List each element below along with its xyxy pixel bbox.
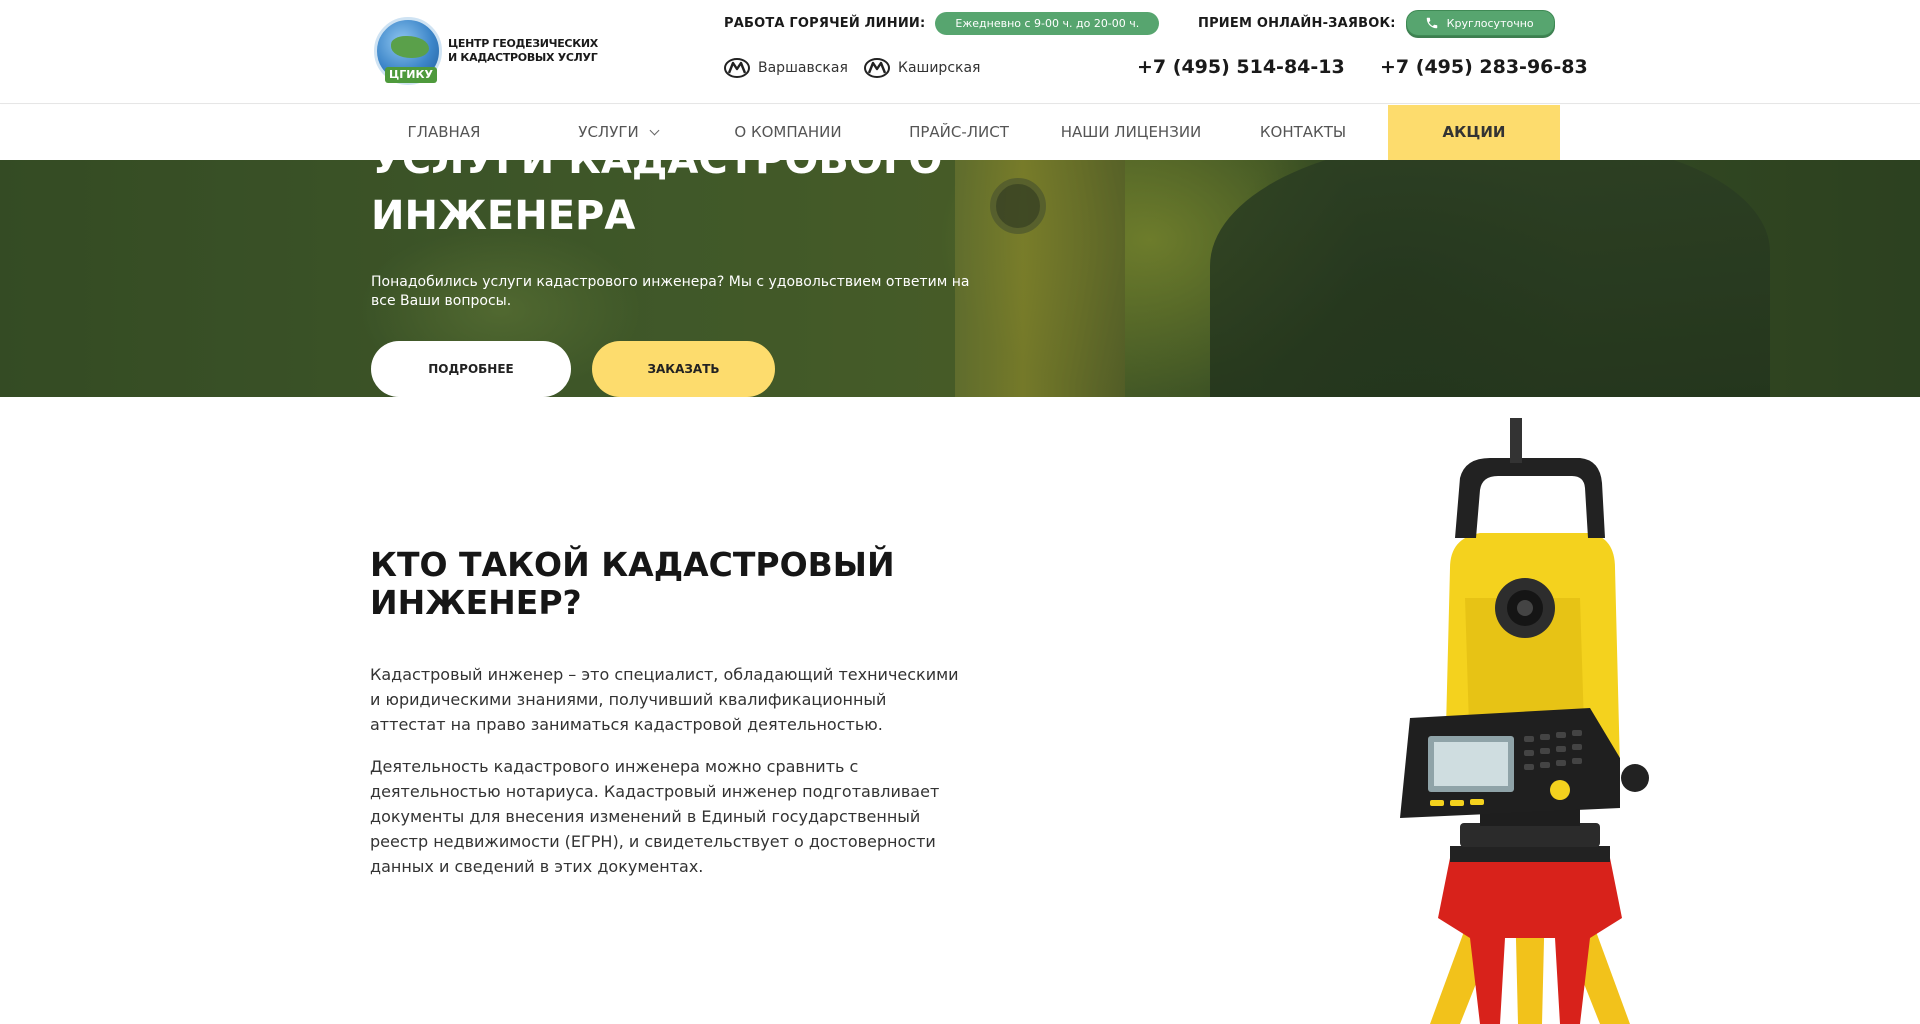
phone-number-2[interactable]: +7 (495) 283-96-83 <box>1380 56 1588 78</box>
metro-station-name: Каширская <box>898 60 981 76</box>
chevron-down-icon <box>649 125 660 136</box>
hotline-hours-badge: Ежедневно с 9-00 ч. до 20-00 ч. <box>935 12 1160 35</box>
logo-globe-icon: ЦГИКУ <box>374 17 442 85</box>
hero-description: Понадобились услуги кадастрового инженер… <box>371 274 970 309</box>
logo-text: ЦЕНТР ГЕОДЕЗИЧЕСКИХ И КАДАСТРОВЫХ УСЛУГ <box>448 37 608 65</box>
about-paragraph-2: Деятельность кадастрового инженера можно… <box>370 757 940 876</box>
hotline-label: РАБОТА ГОРЯЧЕЙ ЛИНИИ: <box>724 16 926 31</box>
nav-item-services[interactable]: УСЛУГИ <box>548 105 688 160</box>
nav-item-licenses[interactable]: НАШИ ЛИЦЕНЗИИ <box>1056 105 1206 160</box>
hero-title-line-2: ИНЖЕНЕРА <box>371 193 636 239</box>
metro-station-name: Варшавская <box>758 60 848 76</box>
logo-line-1: ЦЕНТР ГЕОДЕЗИЧЕСКИХ <box>448 37 598 50</box>
online-label: ПРИЕМ ОНЛАЙН-ЗАЯВОК: <box>1198 15 1396 31</box>
metro-station-1: Варшавская <box>724 58 848 78</box>
logo[interactable]: ЦГИКУ ЦЕНТР ГЕОДЕЗИЧЕСКИХ И КАДАСТРОВЫХ … <box>374 17 608 85</box>
nav-item-services-label: УСЛУГИ <box>578 123 639 141</box>
logo-badge: ЦГИКУ <box>385 67 437 83</box>
about-paragraph-1: Кадастровый инженер – это специалист, об… <box>370 665 959 734</box>
online-request-label: Круглосуточно <box>1446 16 1534 30</box>
order-button[interactable]: ЗАКАЗАТЬ <box>592 341 775 397</box>
nav-item-home[interactable]: ГЛАВНАЯ <box>374 105 514 160</box>
metro-icon <box>864 58 890 78</box>
nav-item-about[interactable]: О КОМПАНИИ <box>718 105 858 160</box>
section-title-line-1: КТО ТАКОЙ КАДАСТРОВЫЙ <box>370 545 895 584</box>
phone-icon <box>1426 17 1437 29</box>
online-request-button[interactable]: Круглосуточно <box>1405 10 1555 36</box>
hotline: РАБОТА ГОРЯЧЕЙ ЛИНИИ: Ежедневно с 9-00 ч… <box>724 12 1160 35</box>
metro-station-2: Каширская <box>864 58 980 78</box>
main-nav: ГЛАВНАЯ УСЛУГИ О КОМПАНИИ ПРАЙС-ЛИСТ НАШ… <box>0 105 1920 160</box>
more-button[interactable]: ПОДРОБНЕЕ <box>371 341 571 397</box>
logo-line-2: И КАДАСТРОВЫХ УСЛУГ <box>448 51 598 64</box>
nav-item-sales[interactable]: АКЦИИ <box>1388 105 1560 160</box>
section-title: КТО ТАКОЙ КАДАСТРОВЫЙ ИНЖЕНЕР? <box>370 546 895 622</box>
phone-number-1[interactable]: +7 (495) 514-84-13 <box>1137 56 1345 78</box>
section-title-line-2: ИНЖЕНЕР? <box>370 583 582 622</box>
nav-item-prices[interactable]: ПРАЙС-ЛИСТ <box>889 105 1029 160</box>
hero-banner: УСЛУГИ КАДАСТРОВОГО ИНЖЕНЕРА Понадобилис… <box>0 160 1920 397</box>
hero-title-line-1: УСЛУГИ КАДАСТРОВОГО <box>371 160 943 183</box>
total-station-image <box>1400 418 1649 1024</box>
online-requests: ПРИЕМ ОНЛАЙН-ЗАЯВОК: Круглосуточно <box>1198 10 1555 36</box>
page: ЦГИКУ ЦЕНТР ГЕОДЕЗИЧЕСКИХ И КАДАСТРОВЫХ … <box>0 0 1920 1024</box>
metro-icon <box>724 58 750 78</box>
nav-item-contacts[interactable]: КОНТАКТЫ <box>1233 105 1373 160</box>
site-header: ЦГИКУ ЦЕНТР ГЕОДЕЗИЧЕСКИХ И КАДАСТРОВЫХ … <box>0 0 1920 104</box>
hero-title: УСЛУГИ КАДАСТРОВОГО ИНЖЕНЕРА <box>371 160 942 244</box>
